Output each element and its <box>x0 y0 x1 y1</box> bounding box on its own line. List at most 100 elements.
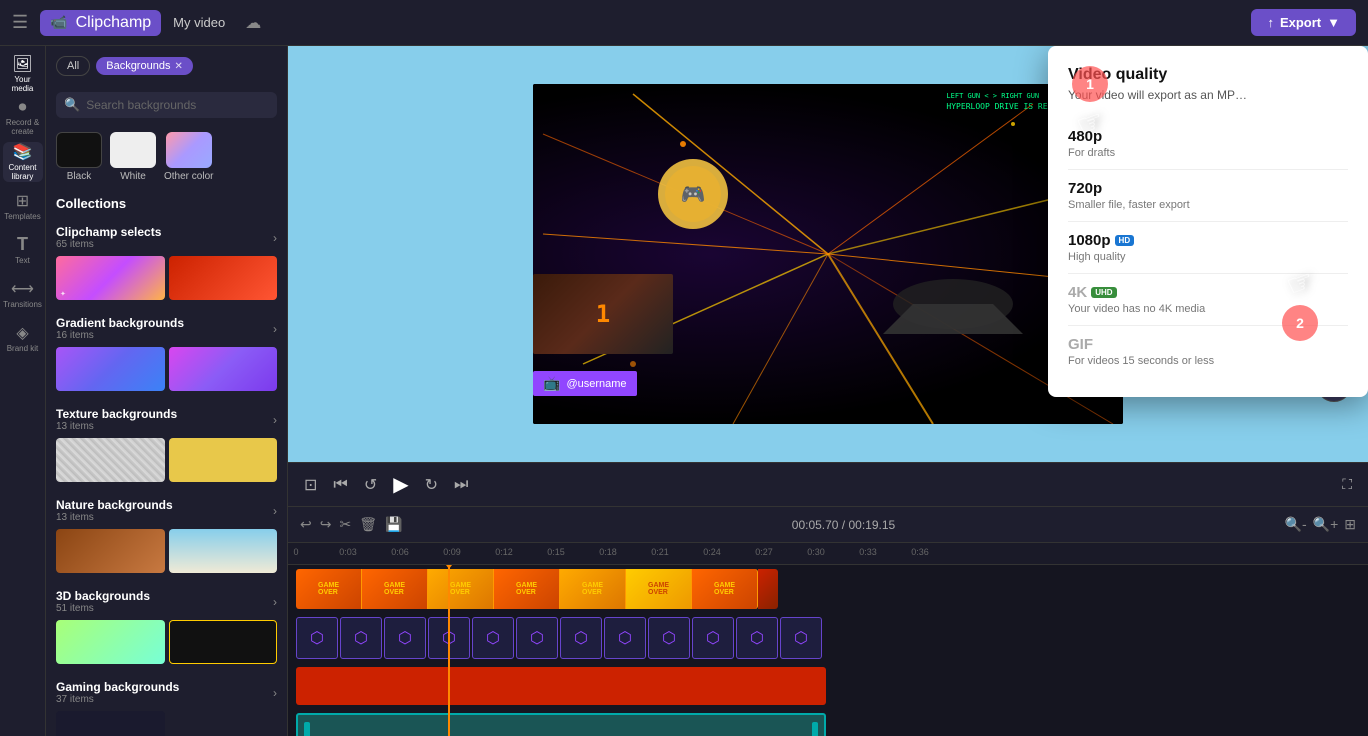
game-over-seg-8[interactable] <box>758 569 778 609</box>
text-icon: T <box>17 234 28 255</box>
sidebar-item-text[interactable]: T Text <box>3 230 43 270</box>
gradient-backgrounds-name: Gradient backgrounds <box>56 316 184 330</box>
redo-button[interactable]: ↪ <box>320 516 332 533</box>
twitch-seg-1[interactable]: ⬡ <box>296 617 338 659</box>
game-over-seg-7[interactable]: GAMEOVER <box>692 569 758 609</box>
twitch-seg-8[interactable]: ⬡ <box>604 617 646 659</box>
clipchamp-thumb-1[interactable]: ✦ <box>56 256 165 300</box>
gradient-backgrounds-header[interactable]: Gradient backgrounds 16 items › <box>56 316 277 341</box>
gaming-backgrounds-header[interactable]: Gaming backgrounds 37 items › <box>56 680 277 705</box>
search-input[interactable] <box>86 98 269 112</box>
sidebar-item-your-media[interactable]: 🖼 Your media <box>3 54 43 94</box>
twitch-seg-6[interactable]: ⬡ <box>516 617 558 659</box>
clipchamp-selects-header[interactable]: Clipchamp selects 65 items › <box>56 225 277 250</box>
caption-toggle-button[interactable]: ⊡ <box>304 475 317 495</box>
gradient-thumb-2[interactable] <box>169 347 278 391</box>
red-track-bar[interactable] <box>296 667 826 705</box>
filter-all-tag[interactable]: All <box>56 56 90 76</box>
zoom-controls: 🔍- 🔍+ ⊞ <box>1285 516 1356 533</box>
vq-option-1080p[interactable]: 1080p HD High quality <box>1068 222 1348 274</box>
hd-badge: HD <box>1115 235 1135 246</box>
3d-thumb-2[interactable] <box>169 620 278 664</box>
vq-gif-desc: For videos 15 seconds or less <box>1068 355 1348 367</box>
cyan-track-handle-left[interactable] <box>304 722 310 736</box>
nature-backgrounds-header[interactable]: Nature backgrounds 13 items › <box>56 498 277 523</box>
video-title[interactable]: My video <box>173 15 225 30</box>
twitch-seg-7[interactable]: ⬡ <box>560 617 602 659</box>
twitch-seg-4[interactable]: ⬡ <box>428 617 470 659</box>
gaming-thumb-1[interactable] <box>56 711 165 736</box>
vq-option-480p[interactable]: 480p For drafts <box>1068 118 1348 170</box>
3d-thumb-1[interactable] <box>56 620 165 664</box>
zoom-out-button[interactable]: 🔍- <box>1285 516 1307 533</box>
nature-thumb-2[interactable] <box>169 529 278 573</box>
undo-button[interactable]: ↩ <box>300 516 312 533</box>
templates-icon: ⊞ <box>16 191 29 211</box>
twitch-seg-11[interactable]: ⬡ <box>736 617 778 659</box>
gradient-backgrounds-count: 16 items <box>56 330 184 341</box>
record-icon: ⏺ <box>18 99 26 117</box>
fullscreen-button[interactable]: ⛶ <box>1342 476 1352 493</box>
twitch-seg-3[interactable]: ⬡ <box>384 617 426 659</box>
filter-close-icon[interactable]: ✕ <box>174 61 182 72</box>
sidebar-item-transitions[interactable]: ⟷ Transitions <box>3 274 43 314</box>
swatch-black[interactable]: Black <box>56 132 102 182</box>
swatch-other-color[interactable]: Other color <box>164 132 213 182</box>
game-over-seg-6[interactable]: GAMEOVER <box>626 569 692 609</box>
sidebar-scroll: Clipchamp selects 65 items › ✦ Gradient … <box>46 217 287 736</box>
menu-icon[interactable]: ☰ <box>12 12 28 33</box>
vq-720p-label: 720p <box>1068 180 1348 197</box>
fit-button[interactable]: ⊞ <box>1344 516 1356 533</box>
sidebar-item-record[interactable]: ⏺ Record & create <box>3 98 43 138</box>
rewind-button[interactable]: ↺ <box>364 475 377 495</box>
game-over-seg-4[interactable]: GAMEOVER <box>494 569 560 609</box>
texture-thumb-2[interactable] <box>169 438 278 482</box>
skip-forward-button[interactable]: ⏭ <box>454 476 468 494</box>
swatch-white[interactable]: White <box>110 132 156 182</box>
game-over-seg-3[interactable]: GAMEOVER <box>428 569 494 609</box>
cut-button[interactable]: ✂ <box>339 516 351 533</box>
skip-back-button[interactable]: ⏮ <box>333 476 347 494</box>
vq-option-4k[interactable]: 4K UHD Your video has no 4K media <box>1068 274 1348 326</box>
game-over-seg-2[interactable]: GAMEOVER <box>362 569 428 609</box>
cyan-track-bar[interactable] <box>296 713 826 736</box>
track-twitch: ⬡ ⬡ ⬡ ⬡ ⬡ ⬡ ⬡ ⬡ ⬡ ⬡ ⬡ ⬡ <box>288 613 1368 663</box>
nature-thumb-1[interactable] <box>56 529 165 573</box>
gaming-backgrounds-name: Gaming backgrounds <box>56 680 179 694</box>
vq-option-720p[interactable]: 720p Smaller file, faster export <box>1068 170 1348 222</box>
sidebar-item-content-library[interactable]: 📚 Content library <box>3 142 43 182</box>
center-area: 🎮 LEFT GUN < > RIGHT GUN HYPERLOOP DRIVE… <box>288 46 1368 736</box>
sidebar-item-templates[interactable]: ⊞ Templates <box>3 186 43 226</box>
svg-text:🎮: 🎮 <box>681 184 706 206</box>
gradient-thumb-1[interactable] <box>56 347 165 391</box>
logo-icon: 📹 <box>50 14 67 31</box>
zoom-in-button[interactable]: 🔍+ <box>1313 516 1339 533</box>
twitch-seg-12[interactable]: ⬡ <box>780 617 822 659</box>
game-over-seg-1[interactable]: GAMEOVER <box>296 569 362 609</box>
twitch-seg-10[interactable]: ⬡ <box>692 617 734 659</box>
twitch-seg-9[interactable]: ⬡ <box>648 617 690 659</box>
texture-thumb-1[interactable] <box>56 438 165 482</box>
uhd-badge: UHD <box>1091 287 1116 298</box>
playback-controls: ⊡ ⏮ ↺ ▶ ↻ ⏭ ⛶ <box>288 462 1368 506</box>
export-button[interactable]: ↑ Export ▼ <box>1251 9 1356 36</box>
game-over-seg-5[interactable]: GAMEOVER <box>560 569 626 609</box>
play-button[interactable]: ▶ <box>393 472 408 497</box>
twitch-seg-5[interactable]: ⬡ <box>472 617 514 659</box>
sidebar-item-brand-kit[interactable]: ◈ Brand kit <box>3 318 43 358</box>
vq-option-gif[interactable]: GIF For videos 15 seconds or less <box>1068 326 1348 377</box>
nature-backgrounds-name: Nature backgrounds <box>56 498 173 512</box>
twitch-logo: 📺 <box>543 375 560 392</box>
topbar: ☰ 📹 Clipchamp My video ☁ ↑ Export ▼ <box>0 0 1368 46</box>
fast-forward-button[interactable]: ↻ <box>425 475 438 495</box>
cyan-track-handle-right[interactable] <box>812 722 818 736</box>
ruler-mark-27: 0:27 <box>755 547 773 557</box>
twitch-seg-2[interactable]: ⬡ <box>340 617 382 659</box>
filter-backgrounds-tag[interactable]: Backgrounds ✕ <box>96 57 193 75</box>
delete-button[interactable]: 🗑 <box>359 516 377 533</box>
3d-backgrounds-arrow: › <box>273 595 277 609</box>
clipchamp-thumb-2[interactable] <box>169 256 278 300</box>
3d-backgrounds-header[interactable]: 3D backgrounds 51 items › <box>56 589 277 614</box>
save-button[interactable]: 💾 <box>385 516 402 533</box>
texture-backgrounds-header[interactable]: Texture backgrounds 13 items › <box>56 407 277 432</box>
